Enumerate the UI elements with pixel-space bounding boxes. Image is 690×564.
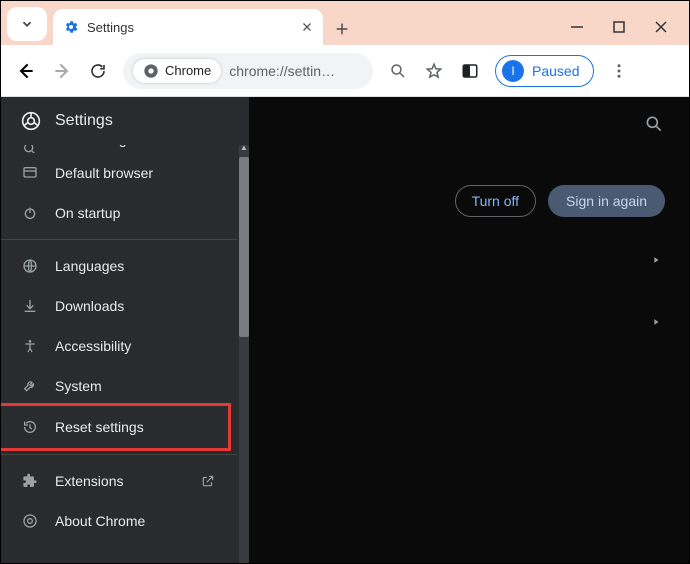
browser-icon [21,164,39,182]
avatar: I [502,60,524,82]
close-window-button[interactable] [651,17,671,37]
sidebar-title: Settings [55,112,113,130]
sidebar-item-label: Extensions [55,473,177,489]
download-icon [21,297,39,315]
globe-icon [21,257,39,275]
highlight-annotation: Reset settings [1,403,231,451]
chrome-icon [143,63,159,79]
plus-icon [334,21,350,37]
close-icon[interactable] [301,21,313,33]
chevron-down-icon [20,17,34,31]
chrome-icon [21,512,39,530]
search-icon [644,114,664,134]
sidebar-item-label: Reset settings [55,419,208,435]
new-tab-button[interactable] [327,21,357,37]
browser-toolbar: Chrome chrome://settin… I Paused [1,45,689,97]
wrench-icon [21,377,39,395]
sidebar-item-system[interactable]: System [1,366,237,406]
kebab-menu-button[interactable] [608,60,630,82]
minimize-button[interactable] [567,17,587,37]
scroll-up-arrow-icon[interactable]: ▲ [240,145,248,152]
gear-icon [63,19,79,35]
sidebar-header: Settings [1,97,249,145]
sidebar-item-default-browser[interactable]: Default browser [1,153,237,193]
dots-vertical-icon [610,62,628,80]
sign-in-again-button[interactable]: Sign in again [548,185,665,217]
zoom-icon[interactable] [387,60,409,82]
sync-action-row: Turn off Sign in again [455,185,665,217]
settings-content: Settings ▲ Search engine Default browser [1,97,689,563]
external-link-icon [199,472,217,490]
tab-search-button[interactable] [7,7,47,41]
sidebar-item-label: About Chrome [55,513,217,529]
scrollbar-thumb[interactable] [239,157,249,337]
back-button[interactable] [15,60,37,82]
divider [1,239,237,240]
sidebar-item-extensions[interactable]: Extensions [1,461,237,501]
settings-sidebar: Settings ▲ Search engine Default browser [1,97,249,563]
maximize-button[interactable] [609,17,629,37]
power-icon [21,204,39,222]
url-text: chrome://settin… [229,63,363,79]
sidebar-item-reset-settings[interactable]: Reset settings [1,406,228,448]
bookmark-icon[interactable] [423,60,445,82]
paused-label: Paused [532,63,579,79]
sidebar-item-accessibility[interactable]: Accessibility [1,326,237,366]
titlebar: Settings [1,1,689,45]
forward-button[interactable] [51,60,73,82]
browser-tab[interactable]: Settings [53,9,323,45]
settings-main-panel: Turn off Sign in again [249,97,689,563]
sidebar-item-label: Accessibility [55,338,217,354]
sidebar-item-about-chrome[interactable]: About Chrome [1,501,237,541]
turn-off-button[interactable]: Turn off [455,185,536,217]
setting-row-chevron[interactable] [651,255,661,265]
chevron-right-icon [651,317,661,327]
accessibility-icon [21,337,39,355]
divider [1,454,237,455]
profile-paused-chip[interactable]: I Paused [495,55,594,87]
chrome-logo-icon [21,111,41,131]
search-settings-button[interactable] [643,113,665,135]
sidebar-item-label: Default browser [55,165,217,181]
scrollbar-track[interactable]: ▲ [239,145,249,563]
sidebar-item-search-engine[interactable]: Search engine [1,145,237,153]
sidebar-item-languages[interactable]: Languages [1,246,237,286]
sidebar-item-downloads[interactable]: Downloads [1,286,237,326]
side-panel-icon[interactable] [459,60,481,82]
sidebar-item-label: Search engine [55,145,217,147]
sidebar-scroll-area: ▲ Search engine Default browser On start… [1,145,249,563]
sidebar-item-label: System [55,378,217,394]
site-info-chip[interactable]: Chrome [133,59,221,83]
address-bar[interactable]: Chrome chrome://settin… [123,53,373,89]
restore-icon [21,418,39,436]
sidebar-item-label: On startup [55,205,217,221]
chevron-right-icon [651,255,661,265]
sidebar-item-label: Languages [55,258,217,274]
site-info-text: Chrome [165,63,211,78]
search-icon [21,145,39,153]
setting-row-chevron[interactable] [651,317,661,327]
tab-title: Settings [87,20,293,35]
sidebar-item-on-startup[interactable]: On startup [1,193,237,233]
sidebar-item-label: Downloads [55,298,217,314]
window-controls [567,17,689,45]
reload-button[interactable] [87,60,109,82]
extension-icon [21,472,39,490]
